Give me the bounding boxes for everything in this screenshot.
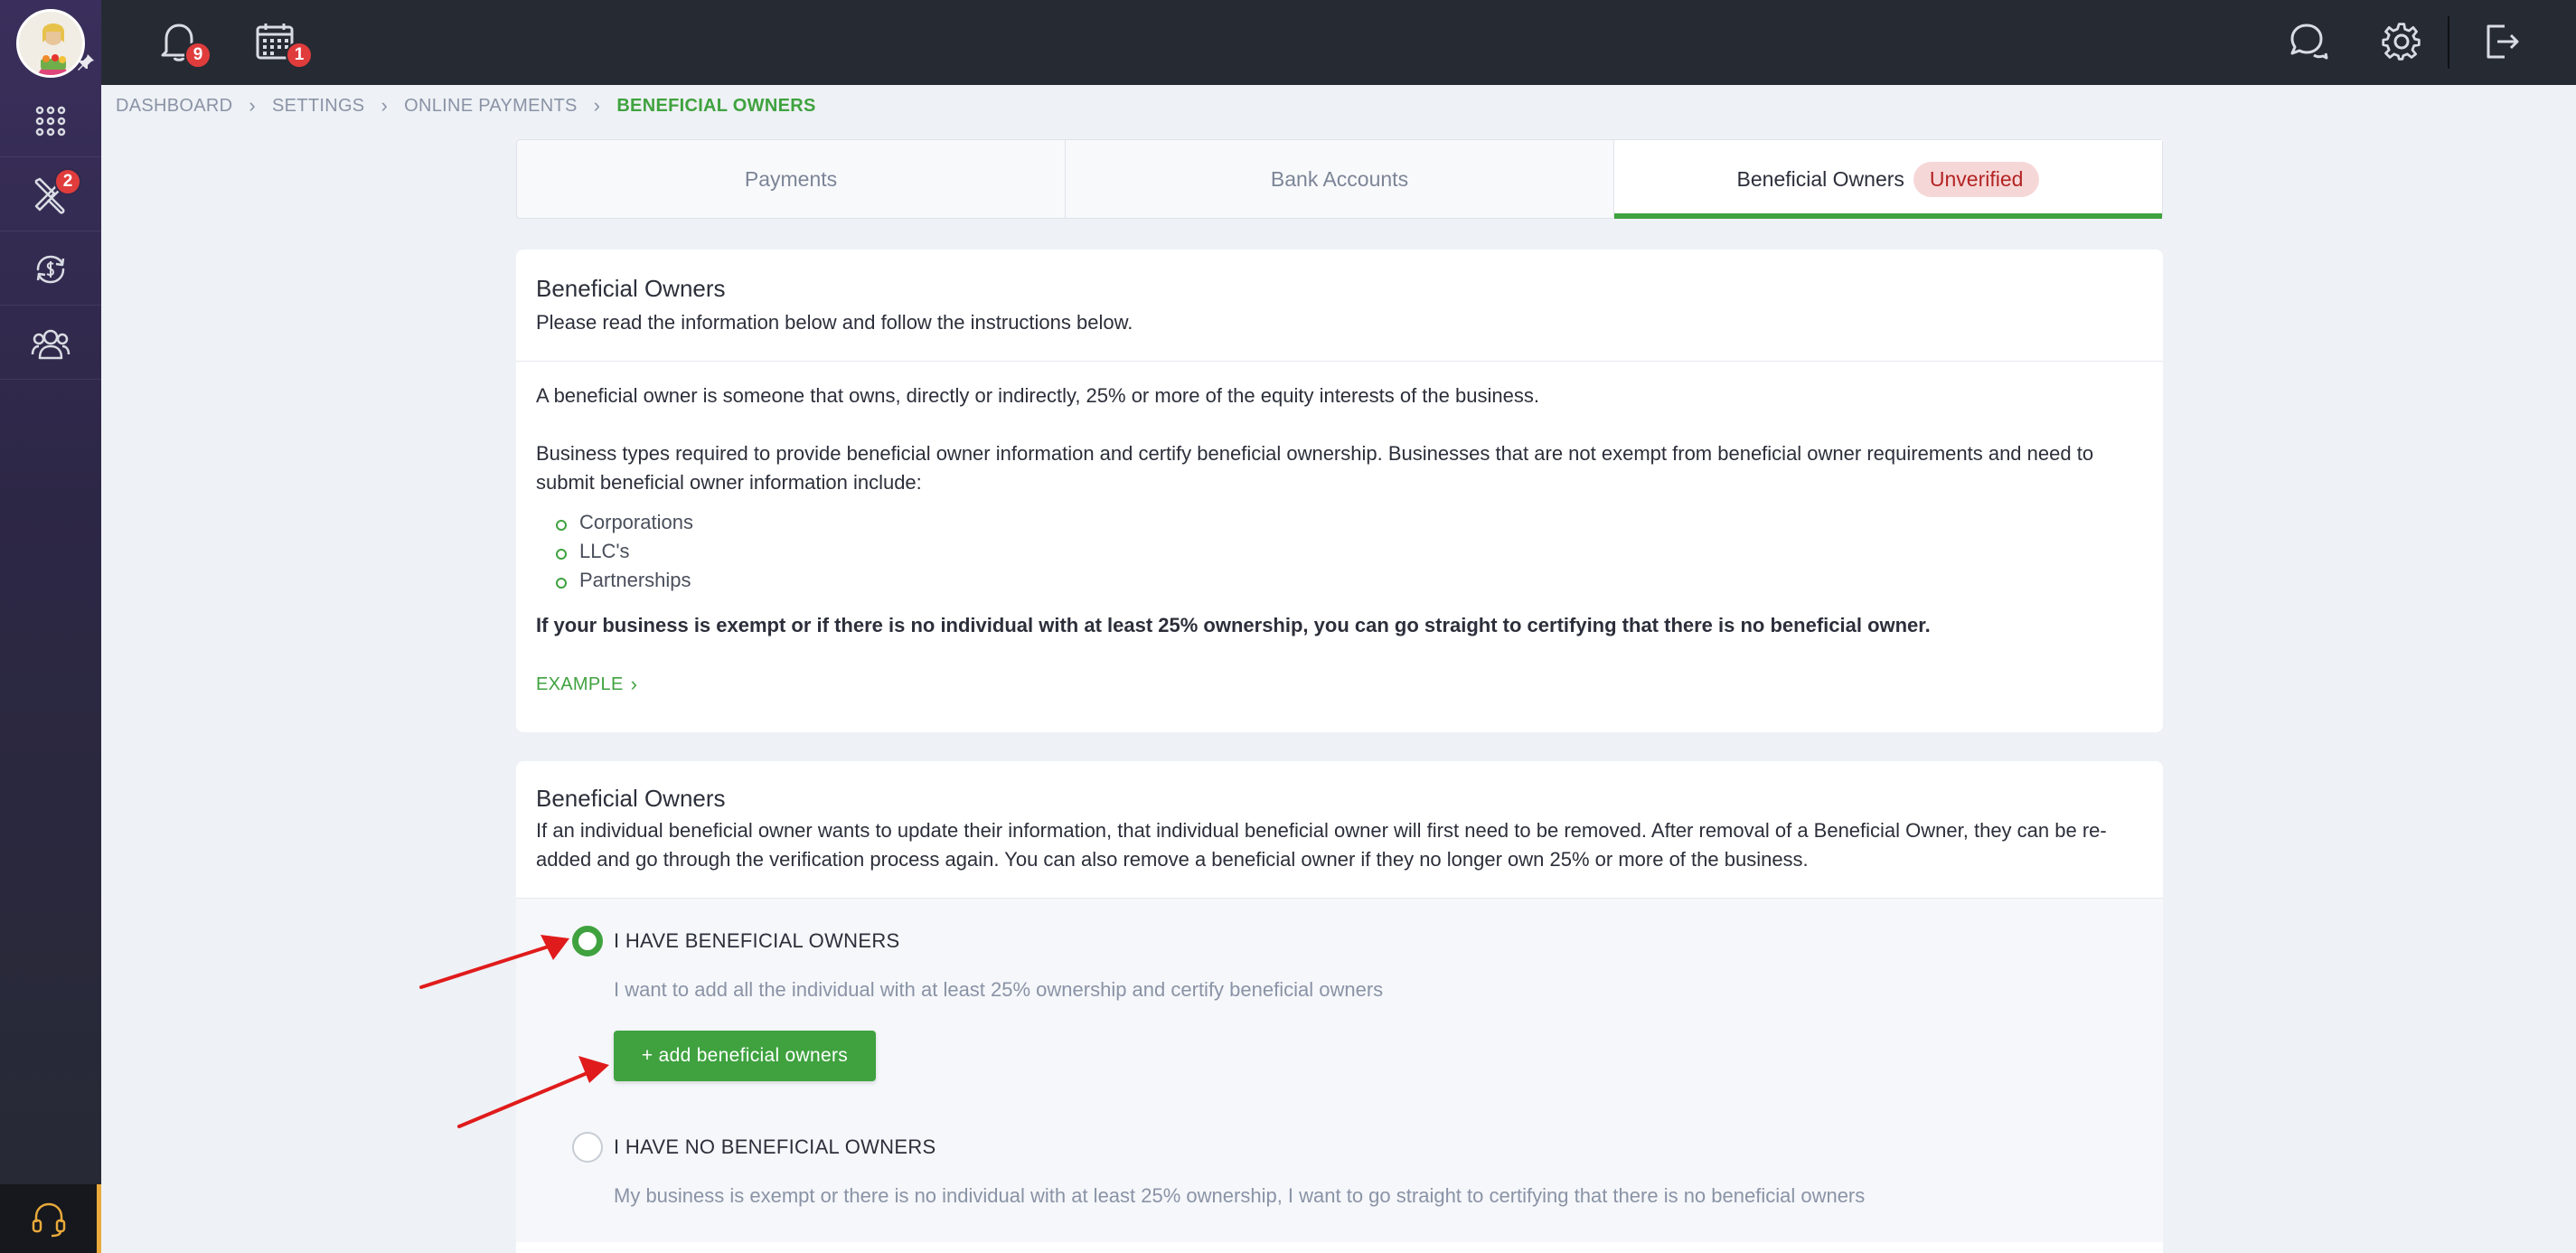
calendar-badge: 1 (286, 42, 313, 69)
sidebar-item-exchange[interactable] (0, 233, 101, 306)
chat-button[interactable] (2283, 16, 2332, 67)
exchange-icon (36, 255, 65, 283)
sidebar-item-tools[interactable]: 2 (0, 159, 101, 231)
definition-text: A beneficial owner is someone that owns,… (536, 384, 1539, 407)
ownership-options: I HAVE BENEFICIAL OWNERS I want to add a… (516, 899, 2163, 1242)
calendar-button[interactable]: 1 (249, 16, 313, 69)
owners-card-header: Beneficial Owners If an individual benef… (516, 761, 2163, 899)
logout-icon (2487, 24, 2519, 59)
tab-label: Payments (744, 166, 838, 191)
example-link[interactable]: EXAMPLE › (536, 670, 637, 699)
example-link-label: EXAMPLE (536, 674, 624, 694)
support-button[interactable] (0, 1184, 101, 1253)
option-have-owners-label[interactable]: I HAVE BENEFICIAL OWNERS (614, 929, 899, 953)
pin-icon[interactable] (76, 52, 96, 72)
tab-bank-accounts[interactable]: Bank Accounts (1066, 140, 1614, 218)
chevron-right-icon: › (249, 94, 257, 117)
radio-no-owners[interactable] (572, 1132, 603, 1163)
tab-payments[interactable]: Payments (517, 140, 1066, 218)
breadcrumb-settings[interactable]: SETTINGS (272, 96, 364, 117)
gear-icon (2382, 23, 2421, 61)
owners-card-title: Beneficial Owners (536, 785, 726, 812)
exempt-note: If your business is exempt or if there i… (536, 614, 1931, 636)
chevron-right-icon: › (381, 94, 389, 117)
option-no-owners-desc: My business is exempt or there is no ind… (614, 1184, 1866, 1207)
tools-badge: 2 (54, 168, 81, 195)
chevron-right-icon: › (630, 673, 638, 695)
tab-beneficial-owners[interactable]: Beneficial Owners Unverified (1614, 140, 2162, 219)
notifications-button[interactable]: 9 (154, 16, 212, 69)
list-item: LLC's (556, 537, 2143, 566)
owners-card-subtitle: If an individual beneficial owner wants … (536, 819, 2107, 871)
breadcrumb-beneficial-owners: BENEFICIAL OWNERS (616, 95, 816, 116)
sidebar: 2 (0, 0, 101, 1253)
add-beneficial-owners-button[interactable]: + add beneficial owners (614, 1031, 876, 1081)
sidebar-item-apps[interactable] (0, 85, 101, 157)
topbar-divider (2448, 16, 2449, 69)
headset-icon (32, 1202, 65, 1238)
chat-icon (2290, 24, 2328, 60)
top-bar: 9 1 (0, 0, 2576, 85)
breadcrumb-online-payments[interactable]: ONLINE PAYMENTS (404, 96, 578, 117)
notifications-badge: 9 (184, 42, 212, 69)
apps-grid-icon (35, 106, 66, 136)
tab-label: Bank Accounts (1270, 166, 1409, 191)
owners-card: Beneficial Owners If an individual benef… (516, 761, 2163, 1253)
list-item: Corporations (556, 508, 2143, 537)
option-no-owners-label[interactable]: I HAVE NO BENEFICIAL OWNERS (614, 1135, 936, 1159)
tab-label: Beneficial Owners (1736, 166, 1904, 191)
requirements-text: Business types required to provide benef… (536, 442, 2094, 494)
sidebar-item-people[interactable] (0, 307, 101, 380)
info-card-body: A beneficial owner is someone that owns,… (516, 362, 2163, 722)
logout-button[interactable] (2477, 16, 2525, 67)
breadcrumb: DASHBOARD › SETTINGS › ONLINE PAYMENTS ›… (116, 94, 816, 118)
business-types-list: Corporations LLC's Partnerships (556, 508, 2143, 595)
status-badge: Unverified (1913, 161, 2040, 197)
option-have-owners-desc: I want to add all the individual with at… (614, 978, 1384, 1001)
info-card: Beneficial Owners Please read the inform… (516, 250, 2163, 732)
settings-button[interactable] (2377, 16, 2426, 67)
annotation-arrow (457, 1056, 609, 1128)
list-item: Partnerships (556, 566, 2143, 595)
breadcrumb-dashboard[interactable]: DASHBOARD (116, 96, 232, 117)
people-icon (31, 329, 71, 359)
avatar[interactable] (16, 9, 85, 78)
annotation-arrow (419, 935, 569, 989)
info-card-subtitle: Please read the information below and fo… (536, 311, 1133, 334)
info-card-title: Beneficial Owners (536, 275, 726, 302)
tab-bar: Payments Bank Accounts Beneficial Owners… (516, 139, 2163, 219)
info-card-header: Beneficial Owners Please read the inform… (516, 250, 2163, 362)
chevron-right-icon: › (593, 94, 601, 117)
